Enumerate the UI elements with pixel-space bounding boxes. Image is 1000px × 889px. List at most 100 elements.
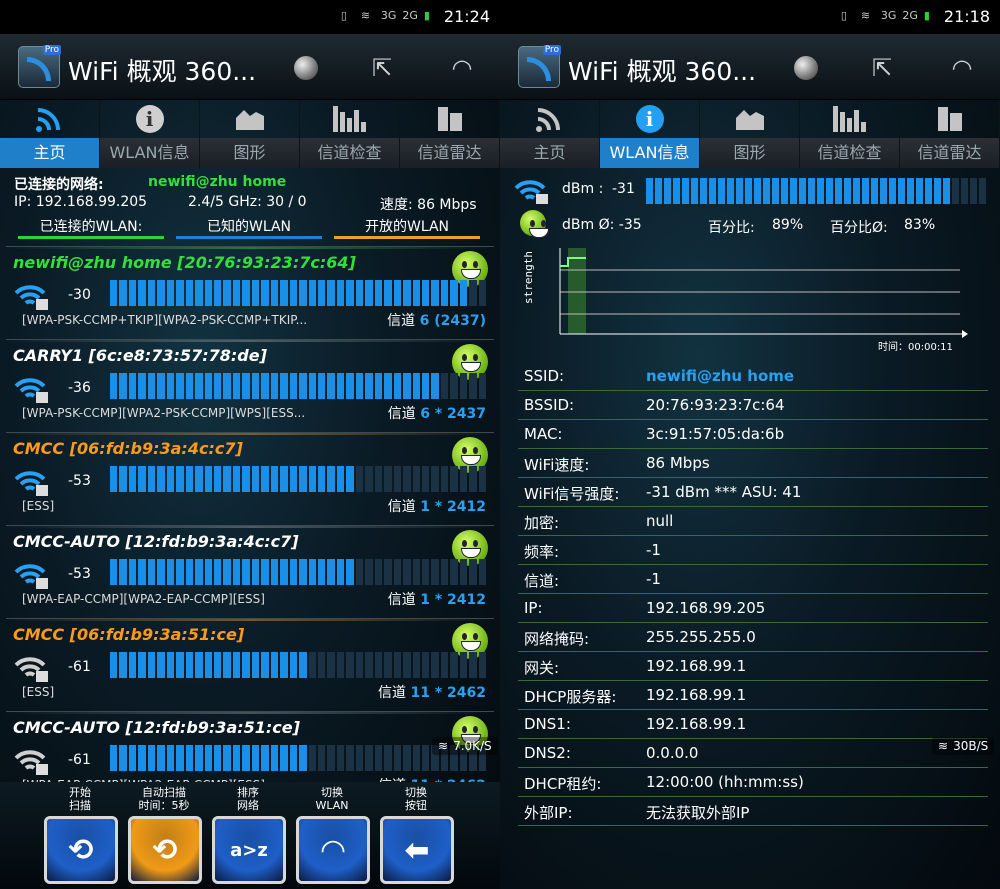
info-row: WiFi信号强度: -31 dBm *** ASU: 41: [518, 478, 988, 507]
app-logo: Pro: [18, 45, 61, 88]
tab-radar[interactable]: 信道雷达: [900, 100, 1000, 168]
info-icon: i: [600, 100, 699, 138]
tab-label: 主页: [500, 138, 599, 168]
app-bar: Pro WiFi 概观 360... ⇱ ◠: [0, 34, 500, 100]
info-key: 信道:: [524, 572, 560, 590]
info-row: 信道: -1: [518, 565, 988, 594]
bottom-toolbar: 开始 扫描 ⟲ 自动扫描 时间：5秒 ⟲ 排序 网络 a>z 切换 WLAN ◠ 切换 按钮 ⬅: [0, 782, 500, 889]
network-security: [WPA-PSK-CCMP][WPA2-PSK-CCMP][WPS][ESS..…: [22, 406, 306, 420]
signal-bar: [110, 466, 487, 492]
signal-bar: [110, 280, 487, 306]
share-icon[interactable]: ⇱: [866, 54, 898, 82]
wifi-icon: [500, 100, 599, 138]
wifi-lock-icon: [14, 279, 50, 313]
network-name: CMCC-AUTO [12:fd:b9:3a:51:ce]: [13, 718, 300, 737]
wifi-lock-icon: [514, 176, 550, 206]
tab-bar: 主页 i WLAN信息 图形 信道检查 信道雷达: [0, 100, 500, 168]
tab-label: 信道检查: [800, 138, 899, 168]
wifi-lock-icon: [14, 465, 50, 499]
avg-percent-value: 83%: [904, 217, 936, 233]
toolbar-label: 排序 网络: [237, 786, 259, 812]
filter-open[interactable]: 开放的WLAN: [334, 216, 480, 239]
wifi-eye-icon[interactable]: ◠: [446, 54, 478, 82]
info-row: DNS2: 0.0.0.0: [518, 739, 988, 768]
app-title: WiFi 概观 360...: [68, 57, 257, 86]
wifi-toggle-button[interactable]: ◠: [296, 816, 370, 884]
info-key: 频率:: [524, 543, 560, 561]
link-speed: 速度: 86 Mbps: [380, 197, 477, 213]
info-value: null: [646, 512, 674, 530]
tab-bars[interactable]: 信道检查: [300, 100, 400, 168]
refresh-button[interactable]: ⟲: [44, 816, 118, 884]
wifi-eye-icon[interactable]: ◠: [946, 54, 978, 82]
tab-info[interactable]: i WLAN信息: [100, 100, 200, 168]
wifi-lock-icon: [14, 558, 50, 592]
tab-info[interactable]: i WLAN信息: [600, 100, 700, 168]
info-value: -1: [646, 541, 661, 559]
network-security: [ESS]: [22, 685, 55, 699]
network-security: [WPA-PSK-CCMP+TKIP][WPA2-PSK-CCMP+TKIP..…: [22, 313, 308, 327]
dbm-label: dBm :: [562, 181, 604, 197]
auto-refresh-button[interactable]: ⟲: [128, 816, 202, 884]
network-security: [WPA-EAP-CCMP][WPA2-EAP-CCMP][ESS]: [22, 592, 265, 606]
vibrate-icon: ▯: [340, 9, 347, 22]
network-name: newifi@zhu home [20:76:93:23:7c:64]: [13, 253, 356, 272]
info-key: 外部IP:: [524, 804, 573, 822]
tab-label: WLAN信息: [600, 138, 699, 168]
tab-radar[interactable]: 信道雷达: [400, 100, 500, 168]
network-card[interactable]: CMCC-AUTO [12:fd:b9:3a:51:ce]-61[WPA-EAP…: [6, 711, 494, 782]
signal-bar: [110, 373, 487, 399]
tab-label: 图形: [700, 138, 799, 168]
avg-percent-label: 百分比Ø:: [830, 220, 888, 236]
network-card[interactable]: newifi@zhu home [20:76:93:23:7c:64] -30 [W…: [6, 246, 494, 334]
status-bar: ▯ ≋ 3G 2G ▮ 21:24: [0, 0, 500, 34]
info-key: DNS1:: [524, 715, 571, 733]
sort-az-button[interactable]: a>z: [212, 816, 286, 884]
network-name: CMCC [06:fd:b9:3a:4c:c7]: [13, 439, 243, 458]
graph-icon: [200, 100, 299, 138]
share-icon[interactable]: ⇱: [366, 54, 398, 82]
info-key: SSID:: [524, 367, 565, 385]
tab-label: WLAN信息: [100, 138, 199, 168]
tab-wifi[interactable]: 主页: [500, 100, 600, 168]
percent-label: 百分比:: [708, 220, 755, 236]
info-row: 加密: null: [518, 507, 988, 536]
signal-3g-icon: 3G: [380, 9, 397, 22]
tab-bars[interactable]: 信道检查: [800, 100, 900, 168]
toolbar-label: 切换 WLAN: [315, 786, 349, 812]
network-channel: 信道 6 (2437): [387, 313, 486, 329]
network-channel: 信道 1 * 2412: [387, 592, 486, 608]
signal-3g-icon: 3G: [880, 9, 897, 22]
globe-icon[interactable]: [290, 54, 322, 82]
info-row: BSSID: 20:76:93:23:7c:64: [518, 391, 988, 420]
info-row: DHCP服务器: 192.168.99.1: [518, 681, 988, 710]
arrow-left-icon: ⬅: [404, 832, 430, 868]
info-row: DNS1: 192.168.99.1: [518, 710, 988, 739]
strength-graph: strength 时间：00:00:11: [520, 244, 980, 354]
network-card[interactable]: CMCC [06:fd:b9:3a:4c:c7] -53 [ESS] 信道 1 * 2…: [6, 432, 494, 520]
network-card[interactable]: CMCC [06:fd:b9:3a:51:ce] -61 [ESS] 信道 11 * …: [6, 618, 494, 706]
smiley-icon: [520, 210, 549, 238]
tab-wifi[interactable]: 主页: [0, 100, 100, 168]
globe-icon[interactable]: [790, 54, 822, 82]
filter-known[interactable]: 已知的WLAN: [176, 216, 322, 239]
info-row: SSID: newifi@zhu home: [518, 362, 988, 391]
network-name: CARRY1 [6c:e8:73:57:78:de]: [13, 346, 267, 365]
info-key: 网关:: [524, 659, 560, 677]
network-card[interactable]: CMCC-AUTO [12:fd:b9:3a:4c:c7] -53 [WPA-EAP…: [6, 525, 494, 613]
dbm-average: dBm Ø: -35: [562, 217, 642, 233]
info-row: 网关: 192.168.99.1: [518, 652, 988, 681]
tab-graph[interactable]: 图形: [700, 100, 800, 168]
filter-connected[interactable]: 已连接的WLAN:: [18, 216, 164, 239]
info-key: MAC:: [524, 425, 563, 443]
network-card[interactable]: CARRY1 [6c:e8:73:57:78:de] -36 [WPA-PSK-CC…: [6, 339, 494, 427]
tab-graph[interactable]: 图形: [200, 100, 300, 168]
wifi-lock-icon: [14, 651, 50, 685]
connected-label: 已连接的网络:: [14, 177, 104, 193]
arrow-left-button[interactable]: ⬅: [380, 816, 454, 884]
status-bar: ▯ ≋ 3G 2G ▮ 21:18: [500, 0, 1000, 34]
info-row: 外部IP: 无法获取外部IP: [518, 797, 988, 826]
clock: 21:24: [443, 6, 490, 26]
percent-value: 89%: [772, 217, 804, 233]
wifi-toggle-icon: ◠: [321, 832, 345, 868]
